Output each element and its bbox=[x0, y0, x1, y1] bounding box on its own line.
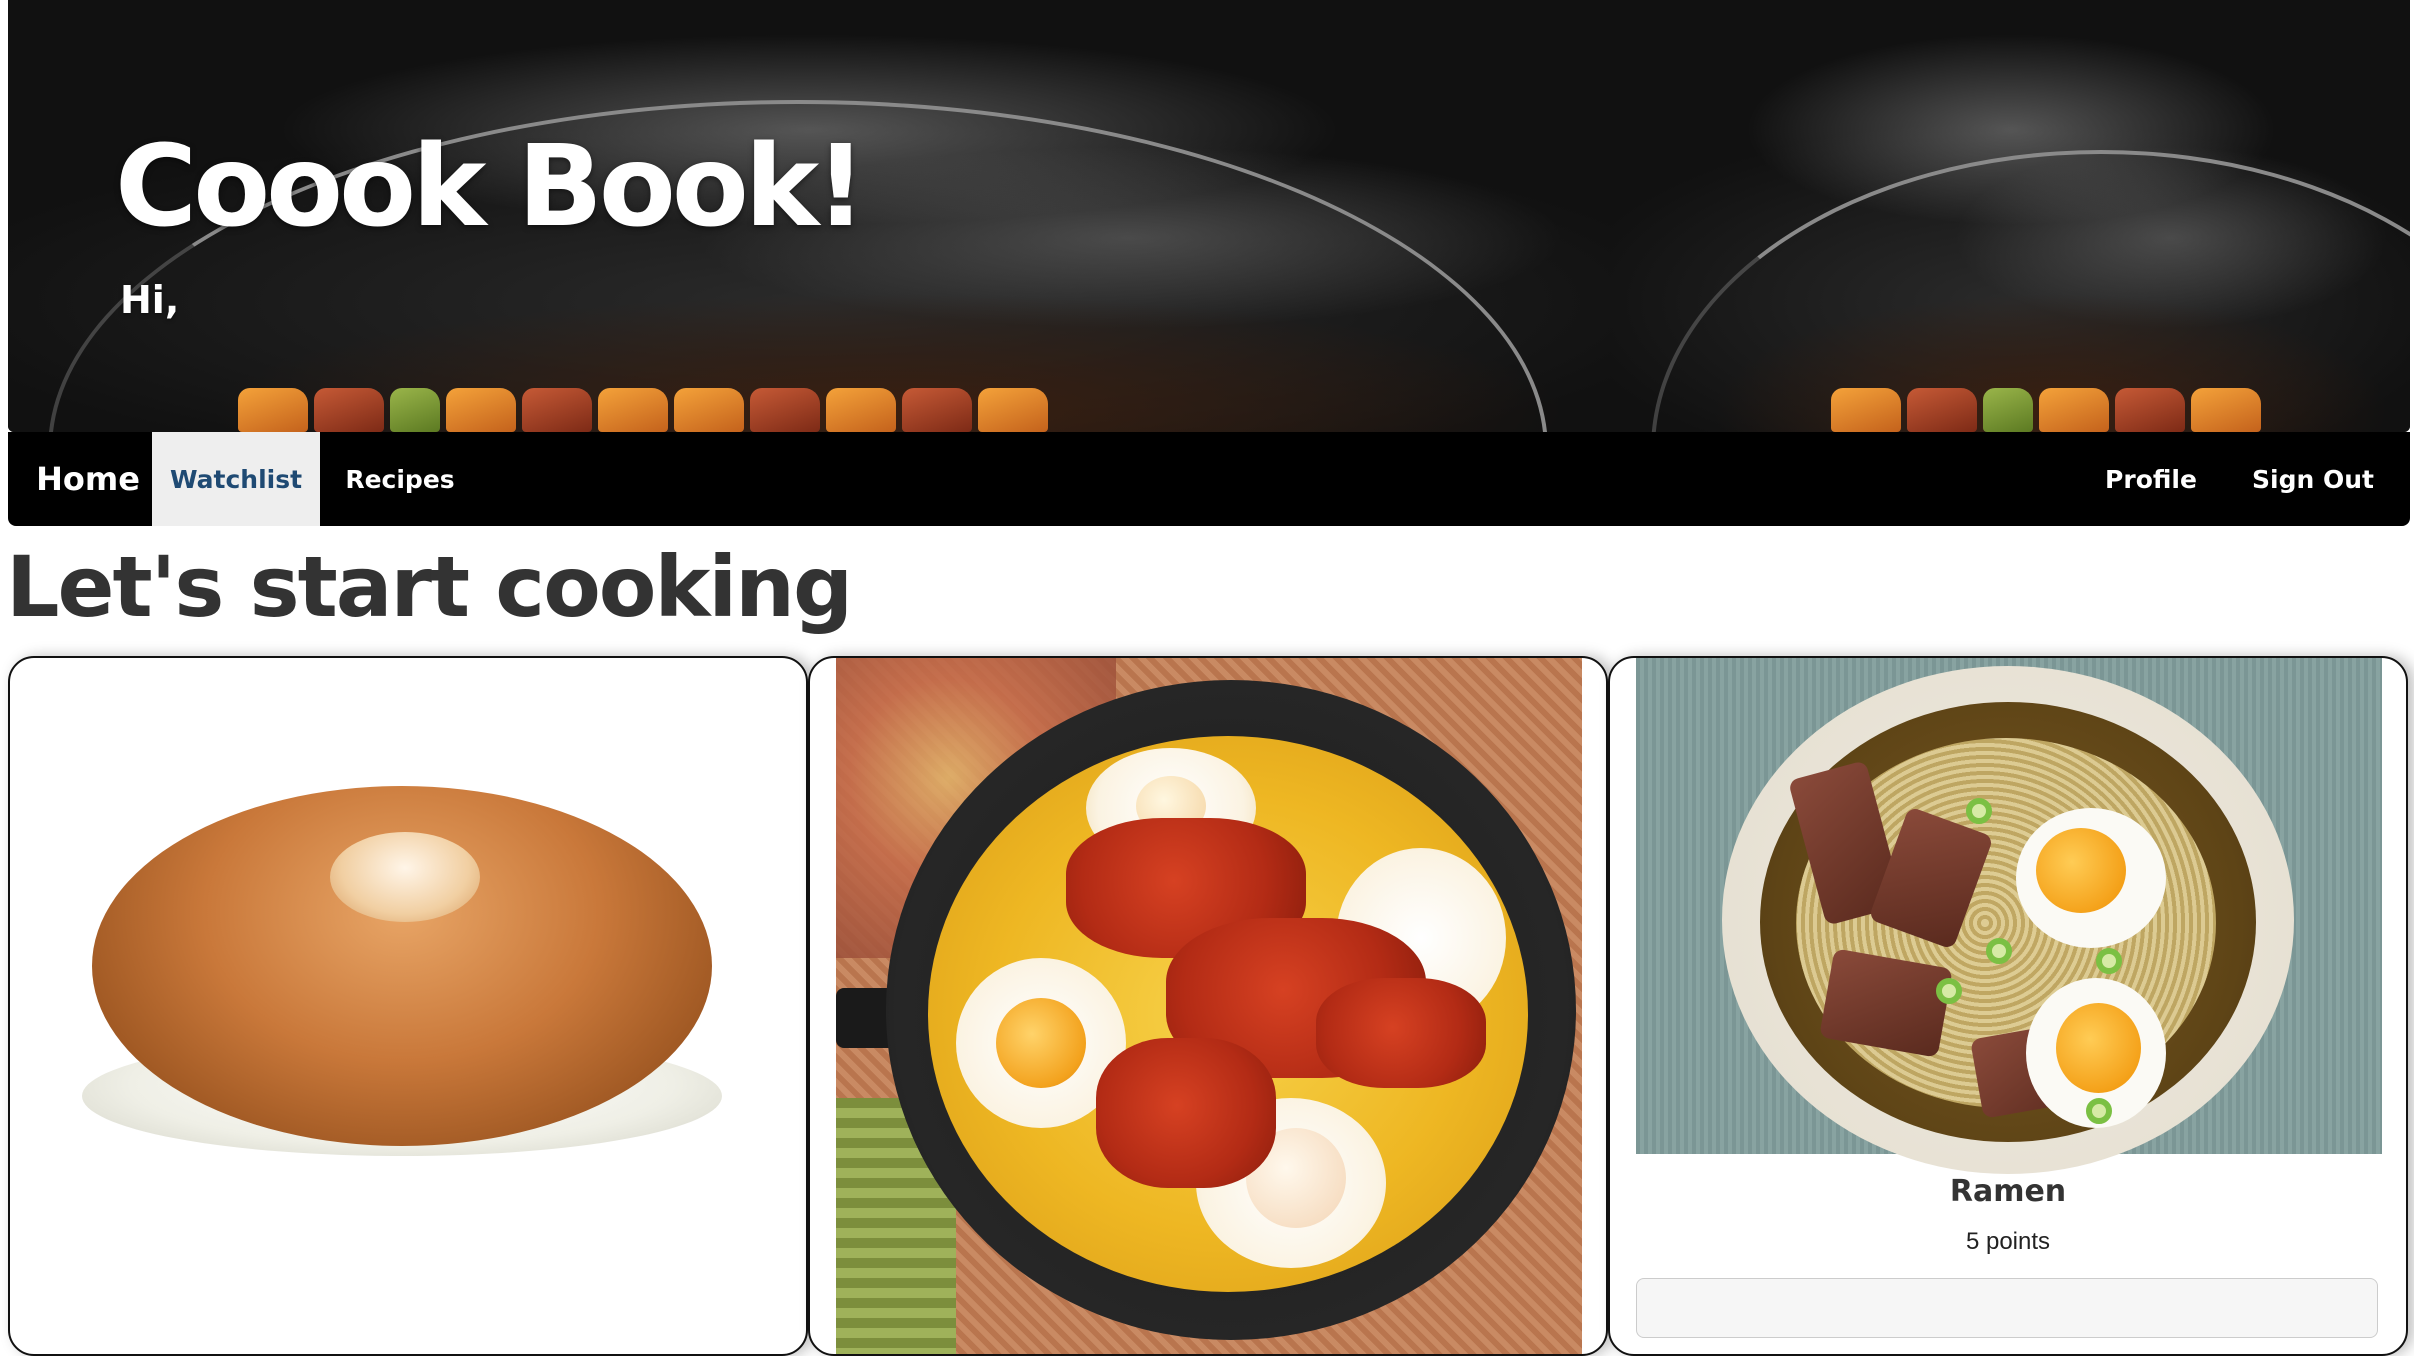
recipe-title: Ramen bbox=[1949, 1174, 2067, 1209]
recipe-card-bagel[interactable] bbox=[8, 656, 808, 1356]
recipe-action-button[interactable] bbox=[1636, 1278, 2378, 1338]
hero-cooking-photo-tile bbox=[1611, 0, 2410, 432]
nav-home-link[interactable]: Home bbox=[28, 432, 148, 526]
user-greeting: Hi, bbox=[120, 278, 180, 322]
bagel-image bbox=[82, 786, 722, 1246]
shakshuka-image bbox=[836, 658, 1582, 1354]
recipe-card-shakshuka[interactable] bbox=[808, 656, 1608, 1356]
recipe-points: 5 points bbox=[1965, 1228, 2051, 1255]
nav-profile-link[interactable]: Profile bbox=[2088, 432, 2214, 526]
nav-watchlist-link[interactable]: Watchlist bbox=[152, 432, 320, 526]
hero-banner: Coook Book! Hi, bbox=[8, 0, 2410, 432]
nav-recipes-link[interactable]: Recipes bbox=[330, 432, 470, 526]
nav-sign-out-link[interactable]: Sign Out bbox=[2234, 432, 2392, 526]
ramen-image bbox=[1636, 658, 2382, 1174]
recipe-card-ramen[interactable]: Ramen 5 points bbox=[1608, 656, 2408, 1356]
site-title: Coook Book! bbox=[115, 122, 866, 252]
main-navbar: Home Watchlist Recipes Profile Sign Out bbox=[8, 432, 2410, 526]
page-heading: Let's start cooking bbox=[6, 538, 853, 636]
